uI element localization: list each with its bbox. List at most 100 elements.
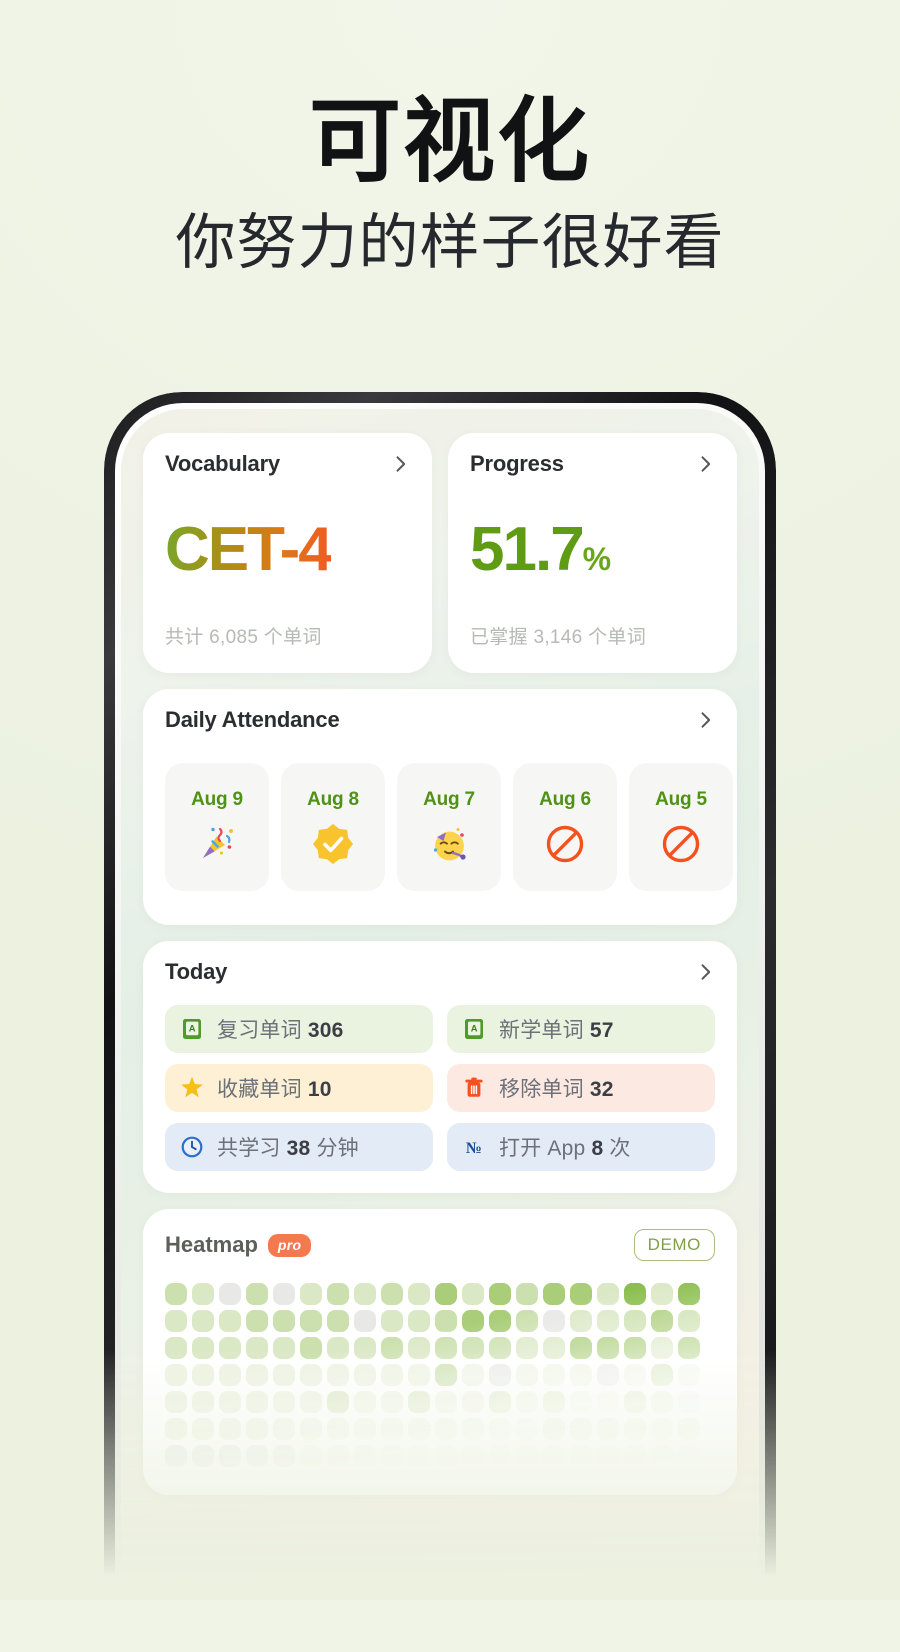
heatmap-cell [678, 1283, 700, 1305]
star-icon [179, 1075, 205, 1101]
phone-screen: Vocabulary CET-4 共计 6,085 个单词 Progress 5… [121, 409, 759, 1635]
today-stat-label: 新学单词 [499, 1019, 584, 1042]
green-book-icon: A [179, 1016, 205, 1042]
attendance-date-label: Aug 7 [423, 789, 475, 810]
heatmap-cell [192, 1310, 214, 1332]
heatmap-cell [651, 1337, 673, 1359]
heatmap-cell [381, 1337, 403, 1359]
verified-check-icon [312, 823, 354, 865]
heatmap-cell [219, 1337, 241, 1359]
clock-icon [179, 1134, 205, 1160]
heatmap-cell [300, 1283, 322, 1305]
chevron-right-icon[interactable] [695, 962, 715, 982]
heatmap-card-header: Heatmap pro DEMO [143, 1209, 737, 1261]
chevron-right-icon[interactable] [695, 454, 715, 474]
heatmap-cell [246, 1337, 268, 1359]
chevron-right-icon[interactable] [390, 454, 410, 474]
heatmap-cell [192, 1283, 214, 1305]
attendance-date-label: Aug 9 [191, 789, 243, 810]
heatmap-cell [435, 1337, 457, 1359]
today-card[interactable]: Today A 复习单词 306 A 新学单词 57 收藏单词 10 移除单词 32 共学习… [143, 941, 737, 1193]
heatmap-cell [516, 1310, 538, 1332]
attendance-day-cell[interactable]: Aug 6 [513, 763, 617, 891]
attendance-day-cell[interactable]: Aug 9 [165, 763, 269, 891]
heatmap-cell [219, 1283, 241, 1305]
today-stat-text: 新学单词 57 [499, 1014, 614, 1044]
chevron-right-icon[interactable] [695, 710, 715, 730]
attendance-day-cell[interactable]: Aug 7 [397, 763, 501, 891]
heatmap-cell [219, 1364, 241, 1386]
hero-text-block: 可视化 你努力的样子很好看 [0, 96, 900, 278]
heatmap-cell [408, 1310, 430, 1332]
heatmap-cell [192, 1391, 214, 1413]
today-stat-pill[interactable]: A 新学单词 57 [447, 1005, 715, 1053]
heatmap-cell [678, 1391, 700, 1413]
today-stat-text: 共学习 38 分钟 [217, 1132, 359, 1162]
heatmap-cell [246, 1391, 268, 1413]
heatmap-cell [246, 1364, 268, 1386]
trash-icon [461, 1075, 487, 1101]
heatmap-cell [489, 1283, 511, 1305]
heatmap-cell [462, 1418, 484, 1440]
progress-card-title: Progress [470, 451, 564, 476]
heatmap-cell [678, 1310, 700, 1332]
attendance-date-label: Aug 5 [655, 789, 707, 810]
heatmap-cell [489, 1337, 511, 1359]
heatmap-cell [516, 1283, 538, 1305]
heatmap-cell [354, 1337, 376, 1359]
today-stat-pill[interactable]: 收藏单词 10 [165, 1064, 433, 1112]
heatmap-cell [354, 1445, 376, 1467]
pro-badge: pro [267, 1233, 312, 1257]
page-subtitle: 你努力的样子很好看 [175, 208, 725, 278]
heatmap-cell [597, 1418, 619, 1440]
today-stat-pill[interactable]: 共学习 38 分钟 [165, 1123, 433, 1171]
app-scroll-area[interactable]: Vocabulary CET-4 共计 6,085 个单词 Progress 5… [121, 409, 759, 1635]
heatmap-cell [543, 1283, 565, 1305]
today-stat-pill[interactable]: A 复习单词 306 [165, 1005, 433, 1053]
heatmap-cell [165, 1391, 187, 1413]
heatmap-cell [435, 1391, 457, 1413]
progress-card[interactable]: Progress 51.7% 已掌握 3,146 个单词 [448, 433, 737, 673]
heatmap-cell [516, 1364, 538, 1386]
heatmap-cell [300, 1364, 322, 1386]
heatmap-cell [489, 1418, 511, 1440]
partying-face-icon [428, 823, 470, 865]
heatmap-cell [408, 1337, 430, 1359]
heatmap-card[interactable]: Heatmap pro DEMO [143, 1209, 737, 1495]
svg-text:A: A [189, 1023, 196, 1034]
heatmap-cell [624, 1445, 646, 1467]
today-stat-pill[interactable]: 移除单词 32 [447, 1064, 715, 1112]
heatmap-cell [570, 1445, 592, 1467]
daily-attendance-card[interactable]: Daily Attendance Aug 9 Aug 8 Aug 7 Aug 6 Aug… [143, 689, 737, 925]
heatmap-cell [435, 1310, 457, 1332]
heatmap-cell [435, 1445, 457, 1467]
heatmap-cell [327, 1391, 349, 1413]
attendance-date-label: Aug 6 [539, 789, 591, 810]
numero-icon: № [461, 1134, 487, 1160]
heatmap-cell [273, 1364, 295, 1386]
heatmap-cell [381, 1364, 403, 1386]
heatmap-cell [327, 1337, 349, 1359]
vocabulary-card[interactable]: Vocabulary CET-4 共计 6,085 个单词 [143, 433, 432, 673]
heatmap-cell [408, 1418, 430, 1440]
attendance-day-strip[interactable]: Aug 9 Aug 8 Aug 7 Aug 6 Aug 5 [165, 763, 737, 891]
attendance-day-cell[interactable]: Aug 5 [629, 763, 733, 891]
heatmap-cell [300, 1337, 322, 1359]
heatmap-cell [651, 1310, 673, 1332]
heatmap-cell [300, 1445, 322, 1467]
heatmap-cell [435, 1283, 457, 1305]
attendance-day-cell[interactable]: Aug 8 [281, 763, 385, 891]
heatmap-cell [408, 1364, 430, 1386]
heatmap-cell [381, 1283, 403, 1305]
heatmap-cell [597, 1391, 619, 1413]
today-stat-text: 移除单词 32 [499, 1073, 614, 1103]
demo-badge[interactable]: DEMO [633, 1229, 715, 1261]
attendance-date-label: Aug 8 [307, 789, 359, 810]
heatmap-cell [165, 1337, 187, 1359]
heatmap-cell [462, 1364, 484, 1386]
heatmap-cell [219, 1391, 241, 1413]
heatmap-cell [273, 1418, 295, 1440]
today-stat-pill[interactable]: № 打开 App 8 次 [447, 1123, 715, 1171]
heatmap-cell [624, 1310, 646, 1332]
prohibited-icon [544, 823, 586, 865]
